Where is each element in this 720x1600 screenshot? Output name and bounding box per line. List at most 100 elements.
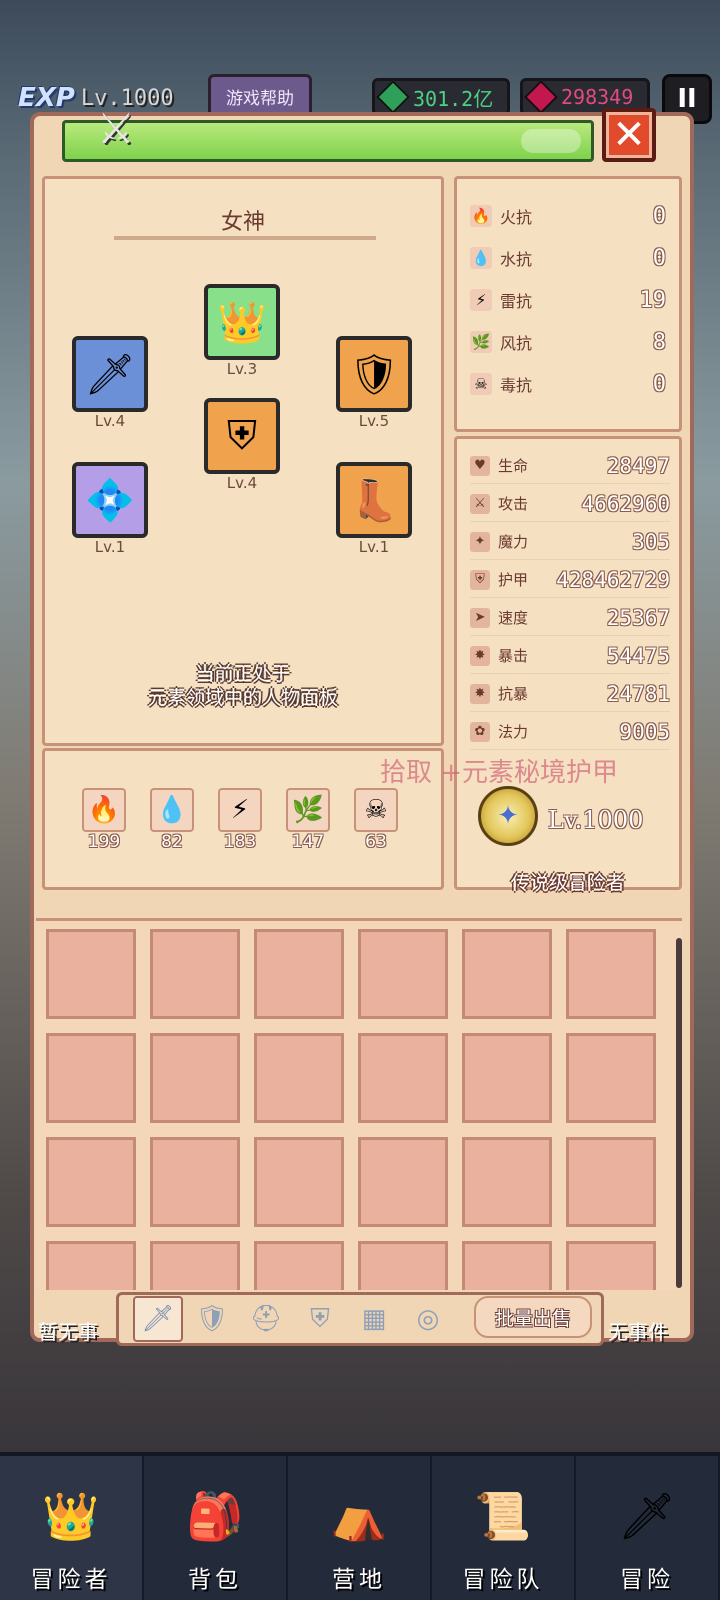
inventory-cell[interactable] — [150, 929, 240, 1019]
stat-label: 暴击 — [498, 647, 529, 665]
wind-resist-icon: 🌿 — [470, 331, 492, 353]
element-thunder: ⚡ 183 — [218, 788, 268, 852]
inventory-cell[interactable] — [254, 1137, 344, 1227]
stat-label: 速度 — [498, 609, 529, 627]
resistance-value: 0 — [652, 245, 666, 271]
nav-item-adventurer[interactable]: 👑 冒险者 — [0, 1456, 144, 1600]
inventory-cell[interactable] — [46, 1033, 136, 1123]
poison-resist-icon: ☠ — [470, 373, 492, 395]
equip-slot-sword[interactable]: 🗡 Lv.4 — [72, 336, 148, 430]
tab-ring-icon[interactable]: ◎ — [403, 1296, 453, 1342]
inventory-cell[interactable] — [462, 1137, 552, 1227]
crossed-swords-icon: ⚔ — [97, 103, 135, 153]
inventory-cell[interactable] — [358, 1137, 448, 1227]
stat-label: 护甲 — [498, 571, 529, 589]
stat-row: ⚔ 攻击 4662960 — [470, 486, 670, 522]
water-icon: 💧 — [150, 788, 194, 832]
bulk-sell-button[interactable]: 批量出售 — [474, 1296, 592, 1338]
nav-item-team[interactable]: 📜 冒险队 — [432, 1456, 576, 1600]
exp-badge: EXP — [18, 83, 75, 113]
inventory-cell[interactable] — [566, 1241, 656, 1290]
rank-level: Lv.1000 — [548, 806, 644, 834]
equip-level: Lv.3 — [226, 360, 258, 378]
inventory-cell[interactable] — [150, 1033, 240, 1123]
tab-weapon-icon[interactable]: 🗡 — [133, 1296, 183, 1342]
rank-title: 传说级冒险者 — [510, 872, 625, 894]
stat-label: 生命 — [498, 457, 529, 475]
equip-slot-amulet[interactable]: 💠 Lv.1 — [72, 462, 148, 556]
inventory-cell[interactable] — [462, 1241, 552, 1290]
resistance-row: 🌿 风抗 8 — [470, 322, 666, 362]
inventory-cell[interactable] — [566, 1033, 656, 1123]
emerald-currency: 301.2亿 — [372, 78, 510, 116]
inventory-cell[interactable] — [462, 929, 552, 1019]
equip-slot-armor[interactable]: ⛨ Lv.4 — [204, 398, 280, 492]
resistance-label: 风抗 — [500, 334, 533, 353]
team-icon: 📜 — [474, 1488, 532, 1543]
inventory-cell[interactable] — [254, 1241, 344, 1290]
emerald-amount: 301.2亿 — [413, 86, 494, 111]
element-value: 183 — [223, 832, 257, 852]
inventory-cell[interactable] — [46, 1241, 136, 1290]
adventurer-icon: 👑 — [42, 1488, 100, 1543]
stat-label: 魔力 — [498, 533, 529, 551]
water-resist-icon: 💧 — [470, 247, 492, 269]
element-water: 💧 82 — [150, 788, 200, 852]
stat-value: 9005 — [619, 719, 670, 744]
event-status-right: 无事件 — [608, 1320, 668, 1344]
resistance-label: 火抗 — [500, 208, 533, 227]
speed-icon: ➤ — [470, 607, 490, 628]
tab-shield-icon[interactable]: 🛡 — [187, 1296, 237, 1342]
element-poison: ☠ 63 — [354, 788, 404, 852]
status-message-line2: 元素领域中的人物面板 — [147, 687, 338, 709]
equip-level: Lv.5 — [358, 412, 390, 430]
element-value: 199 — [87, 832, 121, 852]
inventory-cell[interactable] — [358, 929, 448, 1019]
stat-row: ♥ 生命 28497 — [470, 448, 670, 484]
tab-boots-icon[interactable]: ▦ — [349, 1296, 399, 1342]
inventory-cell[interactable] — [150, 1137, 240, 1227]
element-value: 147 — [291, 832, 325, 852]
inventory-cell[interactable] — [358, 1033, 448, 1123]
nav-item-backpack[interactable]: 🎒 背包 — [144, 1456, 288, 1600]
inventory-scrollbar[interactable] — [676, 938, 682, 1288]
inventory-cell[interactable] — [46, 929, 136, 1019]
inventory-grid — [36, 918, 682, 1290]
amulet-icon: 💠 — [72, 462, 148, 538]
inventory-cell[interactable] — [358, 1241, 448, 1290]
tab-armor-icon[interactable]: ⛨ — [295, 1296, 345, 1342]
equip-slot-shield[interactable]: 🛡 Lv.5 — [336, 336, 412, 430]
boots-icon: 👢 — [336, 462, 412, 538]
ruby-icon — [524, 80, 558, 114]
stat-row: ✦ 魔力 305 — [470, 524, 670, 560]
divider — [114, 236, 376, 240]
resistance-label: 雷抗 — [500, 292, 533, 311]
inventory-cell[interactable] — [566, 1137, 656, 1227]
adventure-icon: 🗡 — [617, 1488, 677, 1543]
inventory-cell[interactable] — [46, 1137, 136, 1227]
equip-slot-helmet[interactable]: 👑 Lv.3 — [204, 284, 280, 378]
stat-label: 法力 — [498, 723, 529, 741]
equip-level: Lv.1 — [94, 538, 126, 556]
equip-slot-boots[interactable]: 👢 Lv.1 — [336, 462, 412, 556]
pickup-notification: 拾取 +元素秘境护甲 — [380, 758, 619, 788]
inventory-cell[interactable] — [254, 1033, 344, 1123]
status-message: 当前正处于 元素领域中的人物面板 — [42, 662, 444, 710]
wind-icon: 🌿 — [286, 788, 330, 832]
stat-row: ✿ 法力 9005 — [470, 714, 670, 750]
close-button[interactable]: ✕ — [602, 108, 656, 162]
inventory-cell[interactable] — [150, 1241, 240, 1290]
inventory-cell[interactable] — [462, 1033, 552, 1123]
event-status-left: 暂无事 — [38, 1320, 98, 1344]
tab-helmet-icon[interactable]: ⛑ — [241, 1296, 291, 1342]
stat-row: ✸ 暴击 54475 — [470, 638, 670, 674]
inventory-cell[interactable] — [566, 929, 656, 1019]
nav-item-camp[interactable]: ⛺ 营地 — [288, 1456, 432, 1600]
stat-row: ➤ 速度 25367 — [470, 600, 670, 636]
helmet-icon: 👑 — [204, 284, 280, 360]
inventory-cell[interactable] — [254, 929, 344, 1019]
poison-icon: ☠ — [354, 788, 398, 832]
stat-value: 28497 — [606, 453, 670, 478]
nav-item-adventure[interactable]: 🗡 冒险 — [576, 1456, 720, 1600]
thunder-icon: ⚡ — [218, 788, 262, 832]
